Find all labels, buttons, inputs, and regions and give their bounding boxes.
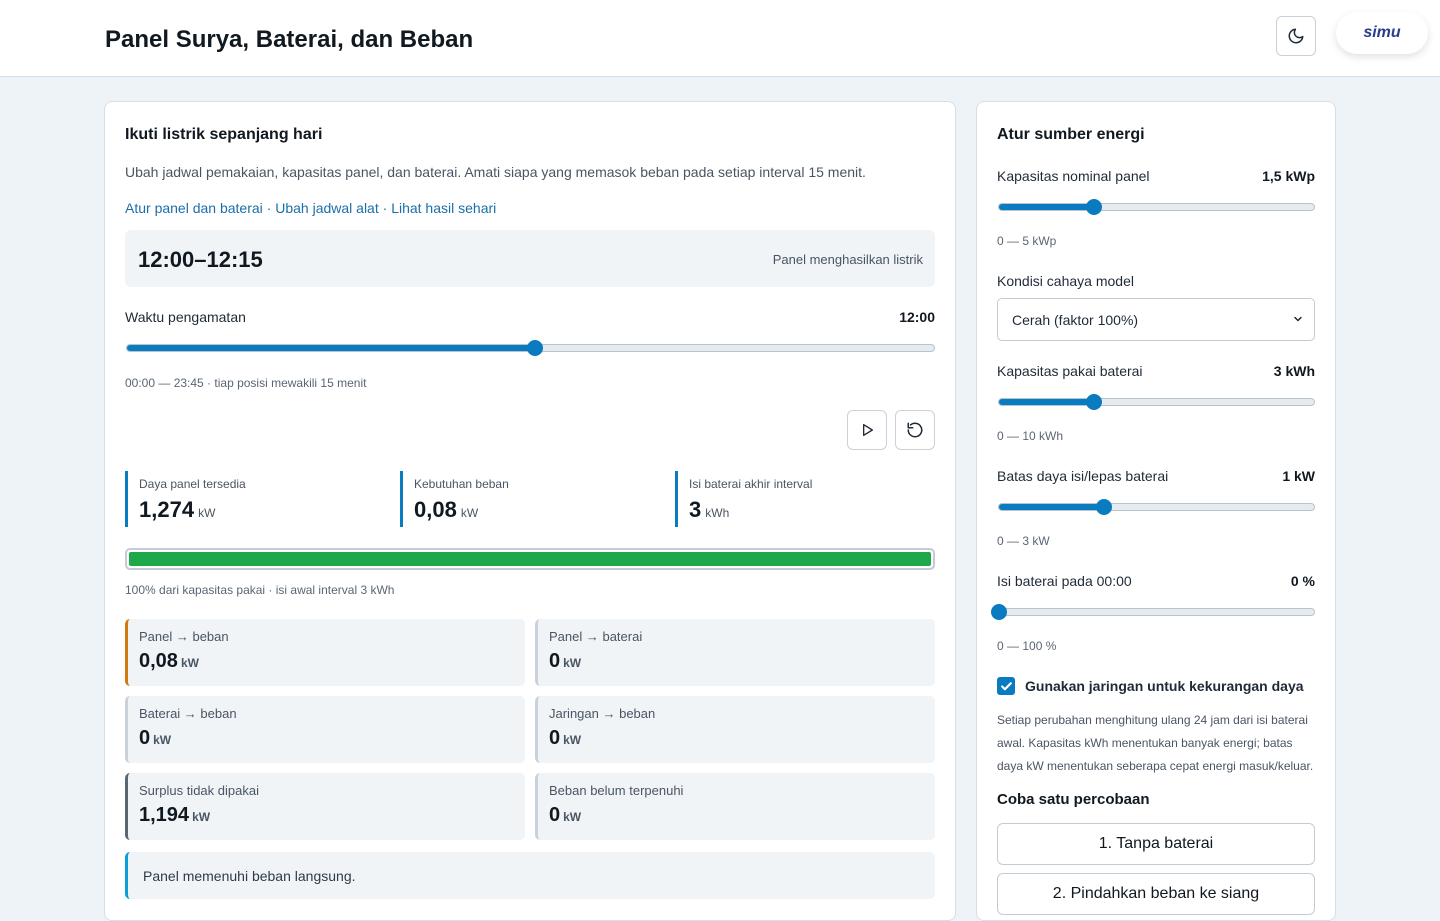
play-icon	[863, 424, 873, 436]
experiments-heading: Coba satu percobaan	[997, 791, 1150, 808]
stat-label: Daya panel tersedia	[139, 477, 246, 491]
page-title: Panel Surya, Baterai, dan Beban	[105, 26, 474, 53]
flow-label: Surplus tidak dipakai	[139, 783, 259, 798]
flow-surplus: Surplus tidak dipakai 1,194 kW	[125, 773, 525, 840]
time-slider-label: Waktu pengamatan	[125, 309, 246, 325]
battery-power-slider[interactable]	[998, 499, 1315, 515]
flow-panel-load: Panel → beban 0,08 kW	[125, 619, 525, 686]
link-daily-result[interactable]: Lihat hasil sehari	[391, 200, 496, 216]
rotate-ccw-icon	[907, 422, 923, 438]
flow-label: Baterai → beban	[139, 706, 237, 721]
flow-label: Beban belum terpenuhi	[549, 783, 684, 798]
panel-capacity-label: Kapasitas nominal panel	[997, 168, 1150, 184]
panel-capacity-range: 0 — 5 kWp	[997, 234, 1057, 248]
slider-thumb[interactable]	[1095, 499, 1112, 515]
light-condition-selected: Cerah (faktor 100%)	[1012, 312, 1139, 328]
flow-label: Panel → beban	[139, 629, 229, 644]
slider-thumb[interactable]	[1085, 199, 1102, 215]
flow-label: Jaringan → beban	[549, 706, 656, 721]
time-slider-value: 12:00	[899, 309, 935, 325]
moon-icon	[1288, 28, 1304, 44]
grid-checkbox-label[interactable]: Gunakan jaringan untuk kekurangan daya	[1025, 678, 1304, 694]
battery-initial-label: Isi baterai pada 00:00	[997, 573, 1132, 589]
settings-card: Atur sumber energi Kapasitas nominal pan…	[976, 101, 1336, 921]
slider-fill	[127, 345, 535, 351]
slider-thumb[interactable]	[1085, 394, 1102, 410]
logo-text: simu	[1363, 24, 1401, 41]
battery-level-bar	[125, 548, 935, 570]
chevron-down-icon	[1294, 316, 1302, 322]
flow-unmet-load: Beban belum terpenuhi 0 kW	[535, 773, 935, 840]
settings-explanation: Setiap perubahan menghitung ulang 24 jam…	[997, 713, 1314, 773]
panel-capacity-value: 1,5 kWp	[1262, 168, 1315, 184]
flow-label: Panel → baterai	[549, 629, 643, 644]
slider-fill	[999, 204, 1094, 210]
battery-initial-slider[interactable]	[991, 604, 1315, 620]
interval-time: 12:00–12:15	[138, 247, 263, 272]
flow-battery-load: Baterai → beban 0 kW	[125, 696, 525, 763]
flow-grid-load: Jaringan → beban 0 kW	[535, 696, 935, 763]
stat-value: 0,08 kW	[414, 497, 479, 522]
link-panel-battery[interactable]: Atur panel dan baterai	[125, 200, 263, 216]
stat-panel-power: Daya panel tersedia 1,274 kW	[125, 471, 385, 527]
panel-capacity-slider[interactable]	[998, 199, 1315, 215]
experiment-shift-load-button[interactable]: 2. Pindahkan beban ke siang	[997, 873, 1315, 915]
battery-hint: 100% dari kapasitas pakai · isi awal int…	[125, 583, 395, 597]
time-slider[interactable]	[126, 340, 935, 356]
logo[interactable]: simu	[1336, 12, 1428, 54]
battery-power-value: 1 kW	[1282, 468, 1315, 484]
battery-initial-value: 0 %	[1290, 573, 1315, 589]
main-heading: Ikuti listrik sepanjang hari	[125, 126, 323, 143]
check-icon	[1000, 681, 1012, 690]
battery-level-fill	[129, 552, 931, 566]
stat-battery-end: Isi baterai akhir interval 3 kWh	[675, 471, 935, 527]
slider-fill	[999, 504, 1104, 510]
link-schedule[interactable]: Ubah jadwal alat	[275, 200, 379, 216]
battery-power-range: 0 — 3 kW	[997, 534, 1050, 548]
flow-value: 0 kW	[139, 727, 172, 749]
battery-capacity-label: Kapasitas pakai baterai	[997, 363, 1143, 379]
reset-button[interactable]	[895, 410, 935, 450]
flow-panel-battery: Panel → baterai 0 kW	[535, 619, 935, 686]
section-links: Atur panel dan baterai · Ubah jadwal ala…	[125, 200, 497, 216]
battery-initial-range: 0 — 100 %	[997, 639, 1057, 653]
flow-value: 0,08 kW	[139, 650, 199, 672]
slider-thumb[interactable]	[526, 340, 543, 356]
top-bar: Panel Surya, Baterai, dan Beban simu	[0, 0, 1440, 77]
stat-load-demand: Kebutuhan beban 0,08 kW	[400, 471, 660, 527]
settings-heading: Atur sumber energi	[997, 126, 1145, 143]
stat-label: Kebutuhan beban	[414, 477, 509, 491]
stat-value: 3 kWh	[689, 497, 730, 522]
status-note: Panel memenuhi beban langsung.	[125, 852, 935, 899]
interval-status: Panel menghasilkan listrik	[772, 252, 923, 267]
play-button[interactable]	[847, 410, 887, 450]
theme-toggle-button[interactable]	[1276, 16, 1316, 56]
light-condition-label: Kondisi cahaya model	[997, 273, 1134, 289]
interval-display: 12:00–12:15 Panel menghasilkan listrik	[125, 230, 935, 287]
slider-fill	[999, 399, 1094, 405]
battery-power-label: Batas daya isi/lepas baterai	[997, 468, 1169, 484]
grid-checkbox[interactable]	[997, 677, 1015, 695]
battery-capacity-value: 3 kWh	[1273, 363, 1315, 379]
flow-value: 0 kW	[549, 804, 582, 826]
battery-capacity-slider[interactable]	[998, 394, 1315, 410]
stat-value: 1,274 kW	[139, 497, 216, 522]
experiment-no-battery-button[interactable]: 1. Tanpa baterai	[997, 823, 1315, 865]
light-condition-select[interactable]: Cerah (faktor 100%)	[997, 298, 1315, 341]
flow-value: 1,194 kW	[139, 804, 211, 826]
slider-thumb[interactable]	[991, 604, 1007, 620]
main-description: Ubah jadwal pemakaian, kapasitas panel, …	[125, 164, 866, 180]
flow-value: 0 kW	[549, 650, 582, 672]
simulation-card: Ikuti listrik sepanjang hari Ubah jadwal…	[104, 101, 956, 921]
stat-label: Isi baterai akhir interval	[689, 477, 813, 491]
battery-capacity-range: 0 — 10 kWh	[997, 429, 1064, 443]
time-slider-hint: 00:00 — 23:45 · tiap posisi mewakili 15 …	[125, 376, 367, 390]
flow-value: 0 kW	[549, 727, 582, 749]
